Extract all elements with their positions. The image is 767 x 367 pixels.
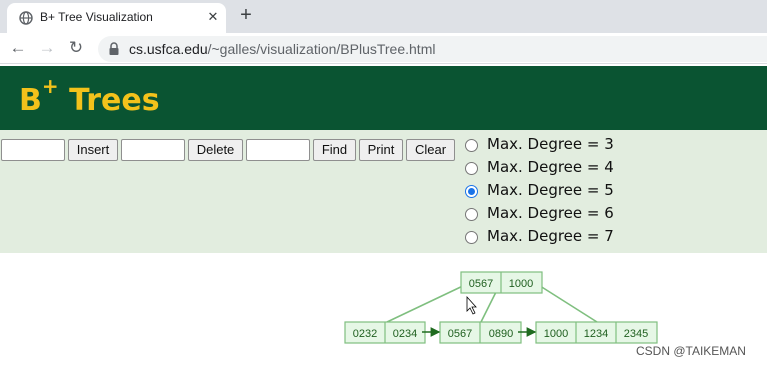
leaf-key: 1000 bbox=[544, 328, 568, 340]
delete-input[interactable] bbox=[121, 139, 185, 161]
root-key: 1000 bbox=[509, 278, 533, 290]
insert-input[interactable] bbox=[1, 139, 65, 161]
watermark-text: CSDN @TAIKEMAN bbox=[636, 344, 746, 358]
degree-label: Max. Degree = 6 bbox=[487, 204, 614, 222]
close-icon[interactable]: ✕ bbox=[206, 10, 220, 24]
clear-button[interactable]: Clear bbox=[406, 139, 455, 161]
leaf-key: 0232 bbox=[353, 328, 377, 340]
tree-edge bbox=[386, 283, 468, 323]
leaf-key: 0890 bbox=[489, 328, 513, 340]
tree-leaf-node: 0567 0890 bbox=[439, 321, 522, 344]
globe-icon bbox=[19, 11, 33, 25]
controls-panel: Insert Delete Find Print Clear Max. Degr… bbox=[0, 130, 767, 253]
browser-toolbar: ← → ↻ cs.usfca.edu/~galles/visualization… bbox=[0, 33, 767, 64]
degree-label: Max. Degree = 3 bbox=[487, 135, 614, 153]
print-button[interactable]: Print bbox=[359, 139, 403, 161]
tree-leaf-node: 0232 0234 bbox=[344, 321, 426, 344]
radio-button[interactable] bbox=[465, 185, 478, 198]
leaf-key: 1234 bbox=[584, 328, 608, 340]
tree-root-node: 0567 1000 bbox=[460, 271, 543, 294]
page-banner: B+ Trees bbox=[0, 66, 767, 130]
leaf-key: 0234 bbox=[393, 328, 417, 340]
radio-button[interactable] bbox=[465, 231, 478, 244]
degree-label: Max. Degree = 4 bbox=[487, 158, 614, 176]
page-title: B+ Trees bbox=[19, 74, 160, 118]
back-icon[interactable]: ← bbox=[8, 38, 28, 58]
leaf-key: 2345 bbox=[624, 328, 648, 340]
find-button[interactable]: Find bbox=[313, 139, 356, 161]
degree-label: Max. Degree = 7 bbox=[487, 227, 614, 245]
address-bar[interactable]: cs.usfca.edu/~galles/visualization/BPlus… bbox=[98, 36, 767, 62]
tab-title: B+ Tree Visualization bbox=[40, 10, 153, 24]
find-input[interactable] bbox=[246, 139, 310, 161]
leaf-key: 0567 bbox=[448, 328, 472, 340]
tree-edge bbox=[536, 283, 598, 323]
browser-tabstrip: B+ Tree Visualization ✕ + bbox=[0, 0, 767, 33]
url-text: cs.usfca.edu/~galles/visualization/BPlus… bbox=[129, 41, 436, 57]
browser-tab[interactable]: B+ Tree Visualization ✕ bbox=[7, 3, 226, 33]
root-key: 0567 bbox=[469, 278, 493, 290]
mouse-cursor-icon bbox=[466, 295, 477, 315]
forward-icon[interactable]: → bbox=[37, 38, 57, 58]
insert-button[interactable]: Insert bbox=[68, 139, 118, 161]
radio-button[interactable] bbox=[465, 162, 478, 175]
reload-icon[interactable]: ↻ bbox=[66, 38, 86, 58]
radio-button[interactable] bbox=[465, 139, 478, 152]
lock-icon bbox=[109, 42, 119, 55]
new-tab-button[interactable]: + bbox=[236, 5, 256, 25]
radio-button[interactable] bbox=[465, 208, 478, 221]
delete-button[interactable]: Delete bbox=[188, 139, 243, 161]
degree-label: Max. Degree = 5 bbox=[487, 181, 614, 199]
tree-leaf-node: 1000 1234 2345 bbox=[535, 321, 658, 344]
